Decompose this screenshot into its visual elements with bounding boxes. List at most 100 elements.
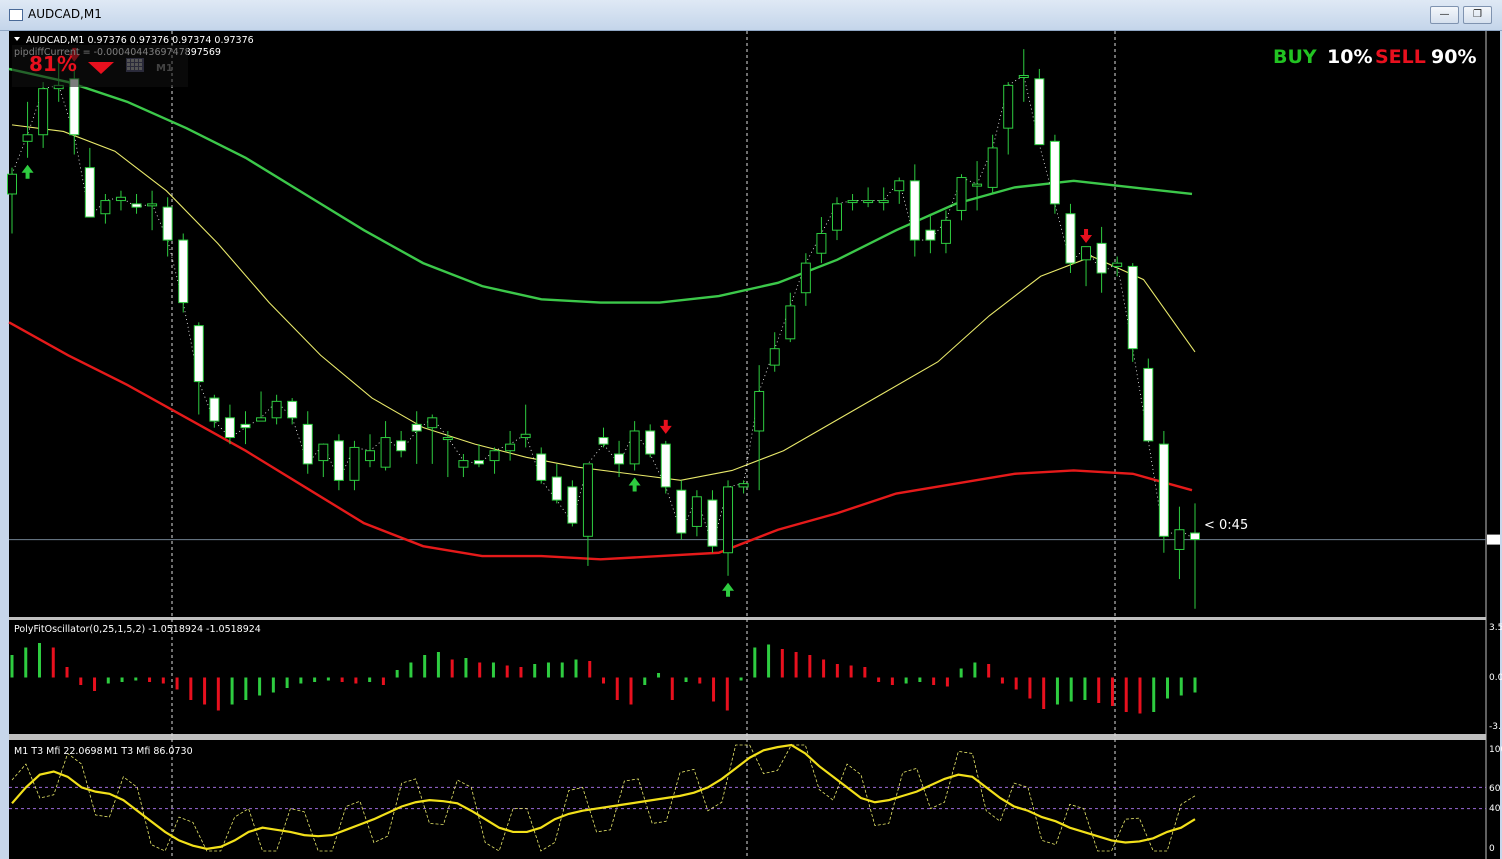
candle-body	[1158, 443, 1169, 537]
sell-label: SELL	[1375, 46, 1426, 68]
oscillator-label: PolyFitOscillator(0,25,1,5,2) -1.0518924…	[14, 624, 261, 635]
candle-body	[240, 423, 251, 429]
candle-body	[1096, 242, 1107, 274]
candle-body	[629, 430, 640, 465]
candle-body	[785, 305, 796, 340]
candle-body	[956, 177, 967, 211]
candle-body	[489, 450, 500, 462]
candle-body	[69, 78, 80, 136]
candle-body	[1112, 262, 1123, 267]
current-price-marker	[1487, 534, 1500, 545]
chart-area[interactable]: AUDCAD,M1 0.97376 0.97376 0.97374 0.9737…	[0, 0, 1502, 859]
candle-body	[380, 437, 391, 468]
candle-body	[707, 499, 718, 547]
buy-arrow-icon	[628, 477, 641, 492]
candle-body	[224, 417, 235, 439]
bar-countdown: < 0:45	[1204, 518, 1248, 533]
candle-body	[847, 200, 858, 204]
sell-value: 90%	[1431, 46, 1476, 68]
candle-body	[458, 460, 469, 468]
oscillator-pane[interactable]	[10, 643, 1197, 714]
candle-body	[863, 200, 874, 204]
candle-body	[178, 239, 189, 304]
candle-body	[909, 180, 920, 241]
pane-separator-1[interactable]	[9, 617, 1490, 620]
candle-body	[287, 400, 298, 419]
buy-value: 10%	[1327, 46, 1372, 68]
candle-body	[115, 196, 126, 202]
buy-arrow-icon	[722, 582, 735, 597]
candle-body	[147, 203, 158, 207]
osc-tick-bottom: -3.	[1489, 722, 1501, 732]
candle-body	[318, 443, 329, 462]
candle-body	[365, 450, 376, 462]
candle-body	[193, 325, 204, 383]
candle-body	[131, 203, 142, 208]
candle-body	[660, 443, 671, 488]
candle-body	[1018, 74, 1029, 78]
candle-body	[349, 446, 360, 481]
close-dotted-line	[11, 74, 1196, 548]
candle-body	[567, 486, 578, 524]
candle-body	[162, 206, 173, 241]
main-pane[interactable]	[7, 47, 1501, 609]
signal-bars-icon	[126, 58, 144, 72]
candle-body	[473, 460, 484, 465]
candle-body	[536, 453, 547, 481]
candle-body	[505, 443, 516, 452]
sell-arrow-icon	[659, 419, 672, 434]
candle-body	[614, 453, 625, 465]
mfi-tick-0: 0	[1489, 844, 1495, 854]
mfi-label-b: M1 T3 Mfi 86.0730	[104, 746, 193, 757]
osc-tick-zero: 0.0	[1489, 673, 1502, 683]
candle-body	[738, 483, 749, 488]
candle-body	[38, 88, 49, 136]
candle-body	[1143, 367, 1154, 442]
candle-body	[925, 229, 936, 241]
price-scale[interactable]	[1486, 31, 1500, 859]
candle-body	[676, 489, 687, 534]
candle-body	[1003, 84, 1014, 129]
candle-body	[987, 147, 998, 188]
candle-body	[940, 219, 951, 244]
candle-body	[1081, 246, 1092, 261]
candle-body	[7, 173, 17, 195]
mfi-t3-line	[11, 743, 1196, 850]
candle-body	[1049, 140, 1060, 205]
candle-body	[22, 134, 33, 142]
timeframe-badge-icon: M1	[156, 63, 173, 74]
candle-body	[1127, 265, 1138, 350]
buy-label: BUY	[1273, 46, 1317, 68]
pane-separator-2[interactable]	[9, 734, 1490, 740]
sell-arrow-icon	[1080, 228, 1093, 243]
candle-body	[1034, 78, 1045, 146]
candle-body	[645, 430, 656, 455]
candle-body	[442, 437, 453, 441]
chart-menu-triangle-icon[interactable]	[14, 37, 20, 41]
candle-body	[411, 423, 422, 432]
candle-body	[427, 417, 438, 429]
candle-body	[271, 400, 282, 419]
candle-body	[769, 348, 780, 366]
mfi-tick-100: 100	[1489, 745, 1502, 755]
candle-body	[1190, 532, 1200, 541]
mfi-tick-60: 60	[1489, 784, 1501, 794]
osc-tick-top: 3.5	[1489, 623, 1502, 633]
candle-body	[333, 440, 344, 481]
candle-body	[723, 486, 734, 554]
candle-body	[691, 496, 702, 527]
candle-body	[84, 167, 95, 218]
candle-body	[878, 200, 889, 204]
mfi-tick-40: 40	[1489, 804, 1501, 814]
candle-body	[302, 423, 313, 465]
candle-body	[754, 390, 765, 432]
candle-body	[598, 437, 609, 445]
buy-arrow-icon	[21, 164, 34, 179]
candle-body	[396, 440, 407, 452]
mfi-raw-line	[11, 744, 1196, 852]
percent-readout: 81%	[29, 52, 77, 76]
candle-body	[520, 433, 531, 439]
candle-body	[1174, 529, 1185, 550]
candle-body	[800, 262, 811, 294]
symbol-info-line: AUDCAD,M1 0.97376 0.97376 0.97374 0.9737…	[26, 35, 254, 46]
